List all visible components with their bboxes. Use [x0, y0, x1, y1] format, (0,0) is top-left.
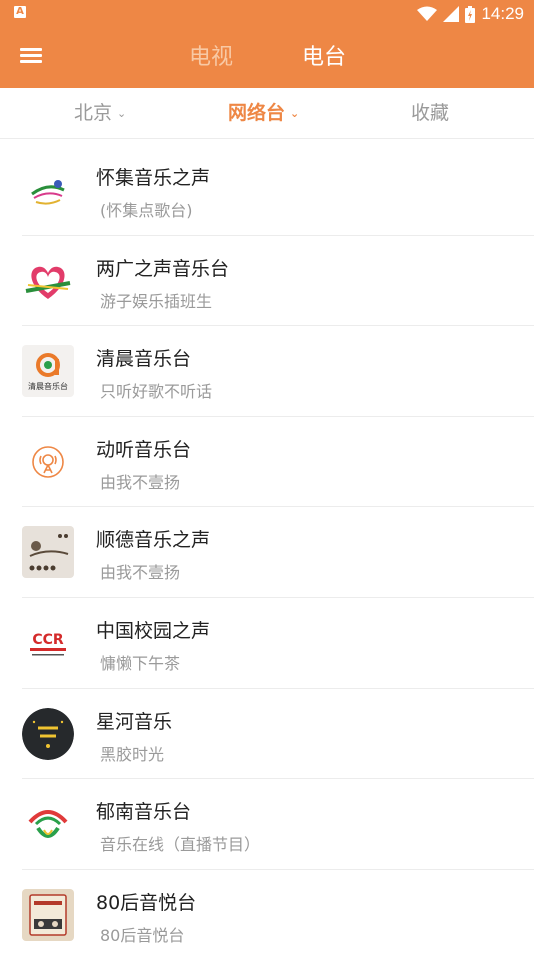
station-row[interactable]: 郁南音乐台 音乐在线（直播节目）: [0, 779, 534, 870]
station-name: 动听音乐台: [96, 438, 192, 461]
station-row[interactable]: CCR 中国校园之声 慵懒下午茶: [0, 598, 534, 689]
tab-tv[interactable]: 电视: [189, 40, 233, 76]
subnav-network[interactable]: 网络台 ⌄: [228, 88, 299, 138]
station-desc: 慵懒下午茶: [100, 653, 181, 673]
ccr-logo-text: CCR: [32, 632, 64, 648]
station-row[interactable]: 怀集音乐之声 (怀集点歌台): [0, 145, 534, 236]
top-tabs: 电视 电台: [0, 40, 534, 80]
station-list: 怀集音乐之声 (怀集点歌台) 两广之声音乐台 游子娱乐插班生 清晨音乐台 清晨音…: [0, 145, 534, 960]
xinghe-logo: [22, 707, 74, 760]
station-name: 两广之声音乐台: [96, 257, 230, 280]
station-row[interactable]: 80后音悦台 80后音悦台: [0, 870, 534, 960]
station-desc: 由我不壹扬: [100, 563, 181, 583]
station-name: 清晨音乐台: [96, 348, 192, 371]
station-name: 80后音悦台: [96, 891, 197, 914]
qingchen-logo: 清晨音乐台: [22, 345, 74, 398]
status-time: 14:29: [481, 4, 524, 23]
subnav-favorites[interactable]: 收藏: [411, 88, 449, 138]
chevron-down-icon: ⌄: [290, 107, 300, 120]
station-desc: (怀集点歌台): [100, 201, 193, 220]
huaiji-music-logo: [22, 164, 74, 216]
station-desc: 80后音悦台: [100, 925, 185, 945]
yunan-logo: [22, 798, 74, 851]
shunde-logo: [22, 526, 74, 579]
80s-logo: [22, 888, 74, 941]
station-name: 郁南音乐台: [96, 801, 192, 824]
app-header: A 14:29 电视 电台: [0, 0, 534, 88]
chevron-down-icon: ⌄: [117, 107, 127, 120]
notification-a-icon: A: [14, 6, 26, 18]
station-name: 星河音乐: [96, 710, 173, 733]
wifi-icon: [417, 6, 438, 21]
station-row[interactable]: 顺德音乐之声 由我不壹扬: [0, 507, 534, 598]
station-name: 中国校园之声: [96, 619, 211, 642]
station-row[interactable]: 动听音乐台 由我不壹扬: [0, 417, 534, 508]
sub-navigation: 北京 ⌄ 网络台 ⌄ 收藏: [0, 88, 534, 139]
station-row[interactable]: 清晨音乐台 清晨音乐台 只听好歌不听话: [0, 326, 534, 417]
qingchen-logo-text: 清晨音乐台: [28, 381, 68, 391]
subnav-beijing[interactable]: 北京 ⌄: [74, 88, 126, 138]
station-desc: 只听好歌不听话: [100, 382, 213, 402]
station-desc: 音乐在线（直播节目）: [100, 835, 261, 855]
status-bar: A 14:29: [0, 0, 534, 28]
station-row[interactable]: 星河音乐 黑胶时光: [0, 689, 534, 780]
signal-icon: [443, 6, 460, 22]
station-name: 怀集音乐之声: [96, 167, 211, 189]
subnav-beijing-label: 北京: [74, 102, 113, 124]
subnav-favorites-label: 收藏: [411, 102, 450, 124]
ccr-logo: CCR: [22, 616, 74, 669]
battery-icon: [465, 5, 476, 23]
radio-tower-icon: [22, 435, 74, 488]
tab-radio[interactable]: 电台: [302, 40, 346, 76]
station-row[interactable]: 两广之声音乐台 游子娱乐插班生: [0, 236, 534, 327]
station-desc: 由我不壹扬: [100, 472, 181, 492]
subnav-network-label: 网络台: [228, 102, 286, 124]
status-icons: 14:29: [417, 3, 524, 25]
station-desc: 游子娱乐插班生: [100, 291, 213, 311]
lianguang-heart-logo: [22, 254, 74, 307]
station-desc: 黑胶时光: [100, 744, 165, 764]
station-name: 顺德音乐之声: [96, 529, 211, 552]
